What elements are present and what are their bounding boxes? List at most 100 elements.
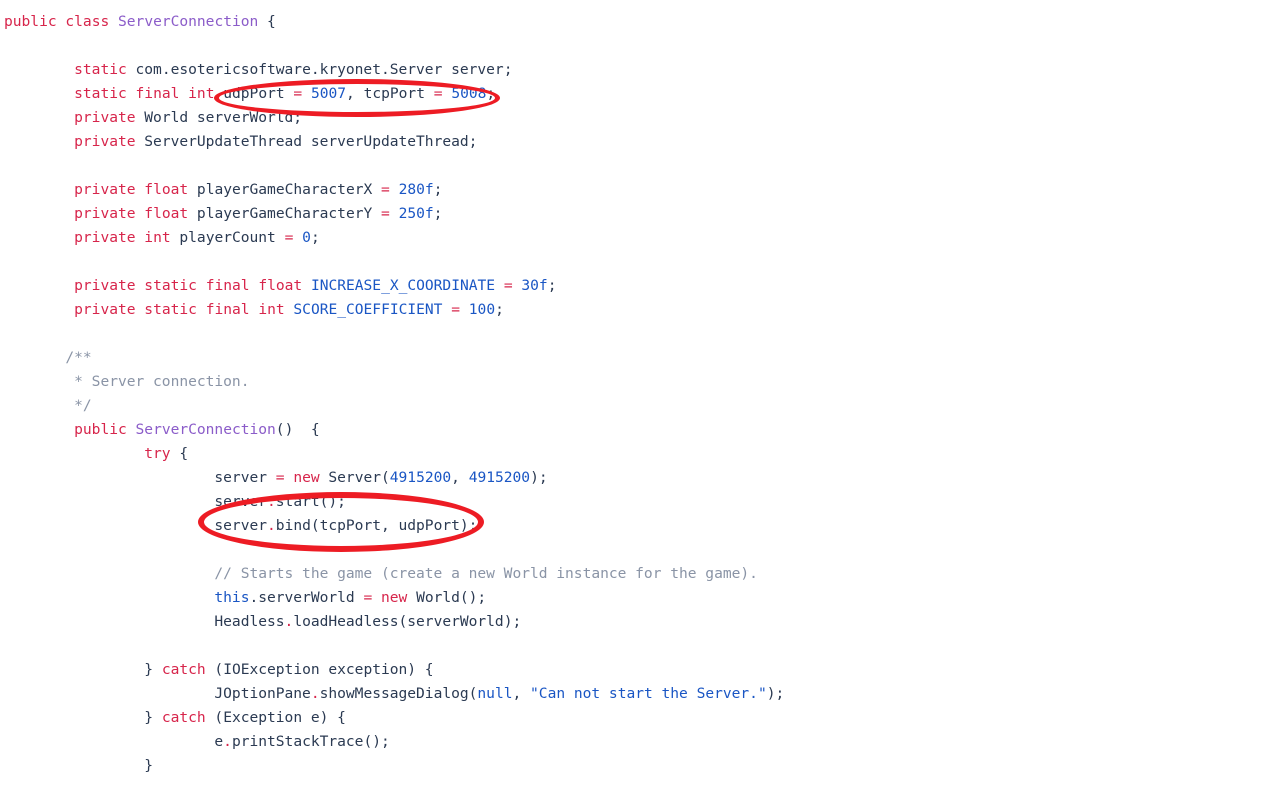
field-serverworld: World serverWorld;	[135, 109, 303, 126]
code-line: private static final int SCORE_COEFFICIE…	[4, 298, 784, 322]
call-load-headless: loadHeadless(serverWorld);	[293, 613, 522, 630]
brace-open: {	[170, 445, 189, 462]
receiver-server: server	[214, 517, 267, 534]
comma: ,	[512, 685, 531, 702]
keyword-class: class	[65, 13, 110, 30]
code-line: static com.esotericsoftware.kryonet.Serv…	[4, 58, 784, 82]
keyword-final: final	[205, 301, 250, 318]
code-line: private int playerCount = 0;	[4, 226, 784, 250]
constructor-name-serverconnection: ServerConnection	[135, 421, 276, 438]
field-playercount: playerCount	[179, 229, 276, 246]
assign-operator: =	[363, 589, 373, 606]
keyword-catch: catch	[161, 709, 206, 726]
keyword-public: public	[74, 421, 127, 438]
keyword-final: final	[135, 85, 180, 102]
javadoc-close: */	[65, 397, 92, 414]
code-line: private float playerGameCharacterY = 250…	[4, 202, 784, 226]
code-line: * Server connection.	[4, 370, 784, 394]
code-line: */	[4, 394, 784, 418]
member-access-dot: .	[267, 517, 276, 534]
class-name-serverconnection: ServerConnection	[118, 13, 259, 30]
receiver-server: server	[214, 493, 267, 510]
field-tcpport: tcpPort	[363, 85, 425, 102]
field-declaration-server: com.esotericsoftware.kryonet.Server serv…	[126, 61, 513, 78]
code-line: server.start();	[4, 490, 784, 514]
value-playercount: 0	[302, 229, 311, 246]
value-playergamecharactery: 250f	[398, 205, 434, 222]
keyword-new: new	[284, 469, 329, 486]
field-playergamecharactery: playerGameCharacterY	[196, 205, 373, 222]
keyword-int: int	[188, 85, 215, 102]
keyword-this: this	[214, 589, 250, 606]
value-playergamecharacterx: 280f	[398, 181, 434, 198]
constructor-call-server: Server(	[328, 469, 390, 486]
receiver-headless: Headless	[214, 613, 285, 630]
keyword-private: private	[74, 205, 136, 222]
variable-server: server	[214, 469, 276, 486]
catch-clause-exception: (Exception e) {	[205, 709, 346, 726]
keyword-private: private	[74, 301, 136, 318]
code-line: JOptionPane.showMessageDialog(null, "Can…	[4, 682, 784, 706]
field-serverupdatethread: ServerUpdateThread serverUpdateThread;	[135, 133, 478, 150]
java-source-listing[interactable]: public class ServerConnection { static c…	[0, 0, 784, 778]
keyword-final: final	[205, 277, 250, 294]
receiver-joptionpane: JOptionPane	[214, 685, 311, 702]
javadoc-open: /**	[65, 349, 92, 366]
keyword-private: private	[74, 229, 136, 246]
code-line: } catch (IOException exception) {	[4, 658, 784, 682]
assign-operator: =	[381, 205, 390, 222]
constant-increase-x-coordinate: INCREASE_X_COORDINATE	[310, 277, 496, 294]
keyword-float: float	[258, 277, 303, 294]
code-line: private ServerUpdateThread serverUpdateT…	[4, 130, 784, 154]
keyword-private: private	[74, 277, 136, 294]
keyword-private: private	[74, 133, 136, 150]
member-access-dot: .	[223, 733, 232, 750]
constant-score-coefficient: SCORE_COEFFICIENT	[293, 301, 443, 318]
code-line: server.bind(tcpPort, udpPort);	[4, 514, 784, 538]
keyword-private: private	[74, 109, 136, 126]
assign-operator: =	[284, 229, 294, 246]
assign-operator: =	[381, 181, 390, 198]
javadoc-body: * Server connection.	[65, 373, 250, 390]
catch-clause-ioexception: (IOException exception) {	[205, 661, 434, 678]
line-comment-starts-game: // Starts the game (create a new World i…	[214, 565, 758, 582]
field-playergamecharacterx: playerGameCharacterX	[196, 181, 373, 198]
paren-close: );	[766, 685, 785, 702]
code-line: Headless.loadHeadless(serverWorld);	[4, 610, 784, 634]
keyword-try: try	[144, 445, 171, 462]
call-server-start: start();	[275, 493, 346, 510]
keyword-int: int	[144, 229, 171, 246]
semicolon: ;	[495, 301, 504, 318]
assign-operator: =	[451, 301, 460, 318]
code-line: } catch (Exception e) {	[4, 706, 784, 730]
keyword-int: int	[258, 301, 285, 318]
code-line: /**	[4, 346, 784, 370]
code-line: private World serverWorld;	[4, 106, 784, 130]
literal-null: null	[477, 685, 513, 702]
field-access-serverworld: .serverWorld	[249, 589, 364, 606]
paren-close: );	[530, 469, 548, 486]
code-line: e.printStackTrace();	[4, 730, 784, 754]
brace-close: }	[144, 757, 154, 774]
keyword-static: static	[144, 301, 197, 318]
comma: ,	[346, 85, 364, 102]
member-access-dot: .	[310, 685, 320, 702]
code-viewer: public class ServerConnection { static c…	[0, 0, 1281, 792]
call-server-bind: bind(tcpPort, udpPort);	[275, 517, 478, 534]
assign-operator: =	[433, 85, 443, 102]
arg-write-buffer-size: 4915200	[389, 469, 452, 486]
code-line: private float playerGameCharacterX = 280…	[4, 178, 784, 202]
keyword-float: float	[144, 205, 189, 222]
brace-open: {	[258, 13, 276, 30]
assign-operator: =	[293, 85, 303, 102]
code-line: this.serverWorld = new World();	[4, 586, 784, 610]
keyword-static: static	[74, 61, 127, 78]
keyword-private: private	[74, 181, 136, 198]
code-line: }	[4, 754, 784, 778]
call-show-message-dialog: showMessageDialog(	[319, 685, 478, 702]
